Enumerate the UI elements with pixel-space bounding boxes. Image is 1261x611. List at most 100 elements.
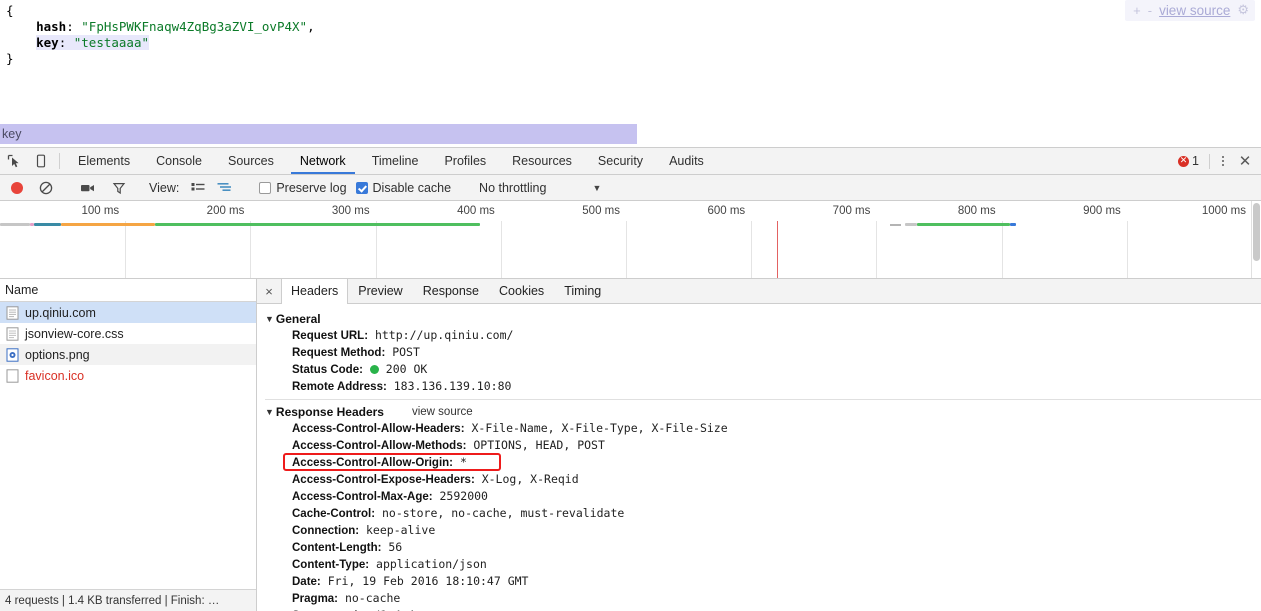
- header-name: Content-Type:: [292, 559, 370, 571]
- gear-icon[interactable]: ⚙: [1237, 2, 1249, 18]
- collapse-all-button[interactable]: -: [1148, 3, 1152, 18]
- general-section-header[interactable]: ▼ General: [265, 311, 1261, 327]
- response-header-row: Content-Length: 56: [265, 539, 1261, 556]
- response-header-rows: Access-Control-Allow-Headers: X-File-Nam…: [265, 420, 1261, 611]
- overview-bar-queueing: [890, 224, 901, 226]
- tab-network[interactable]: Network: [287, 148, 359, 174]
- details-tab-headers[interactable]: Headers: [281, 279, 349, 304]
- view-label: View:: [149, 180, 180, 195]
- timeline-tick-label: 100 ms: [81, 205, 120, 217]
- chevron-down-icon: ▼: [265, 407, 274, 417]
- tab-audits[interactable]: Audits: [656, 148, 717, 174]
- timeline-tick-label: 200 ms: [206, 205, 245, 217]
- filter-icon[interactable]: [104, 175, 134, 201]
- response-header-row: Pragma: no-cache: [265, 590, 1261, 607]
- tab-sources[interactable]: Sources: [215, 148, 287, 174]
- timeline-tick-label: 900 ms: [1083, 205, 1121, 217]
- more-options-icon[interactable]: [1213, 156, 1233, 166]
- network-body: Name up.qiniu.com jsonview-core.css option…: [0, 279, 1261, 611]
- request-row[interactable]: options.png: [0, 344, 256, 365]
- json-punctuation: {: [6, 3, 14, 18]
- network-overview-timeline[interactable]: 100 ms 200 ms 300 ms 400 ms 500 ms 600 ms 700 …: [0, 201, 1261, 279]
- view-list-icon[interactable]: [185, 175, 211, 201]
- response-header-row: Access-Control-Allow-Methods: OPTIONS, H…: [265, 437, 1261, 454]
- request-name: favicon.ico: [25, 368, 85, 383]
- json-punctuation: :: [66, 19, 82, 34]
- error-count-badge[interactable]: ✕ 1: [1176, 154, 1206, 168]
- chevron-down-icon: ▼: [592, 182, 602, 193]
- timeline-tick-label: 600 ms: [707, 205, 746, 217]
- chevron-down-icon: ▼: [265, 314, 274, 324]
- overview-scrollbar[interactable]: [1251, 201, 1261, 278]
- header-name: Request URL:: [292, 330, 369, 342]
- details-tab-preview[interactable]: Preview: [348, 279, 412, 303]
- section-divider: [265, 399, 1261, 400]
- header-value: application/json: [369, 557, 487, 571]
- response-headers-section-header[interactable]: ▼ Response Headers view source: [265, 404, 1261, 420]
- throttling-select[interactable]: No throttling ▼: [471, 181, 609, 195]
- tab-security[interactable]: Security: [585, 148, 656, 174]
- request-row[interactable]: jsonview-core.css: [0, 323, 256, 344]
- toolbar-divider: [1209, 153, 1210, 169]
- record-button[interactable]: [3, 175, 31, 201]
- timeline-tick-label: 1000 ms: [1201, 205, 1246, 217]
- response-header-row: Access-Control-Allow-Origin: *: [265, 454, 1261, 471]
- header-name: Access-Control-Max-Age:: [292, 491, 433, 503]
- header-value: http://up.qiniu.com/: [368, 328, 514, 342]
- tab-elements[interactable]: Elements: [65, 148, 143, 174]
- request-list-header[interactable]: Name: [0, 279, 256, 302]
- tab-profiles[interactable]: Profiles: [431, 148, 499, 174]
- camera-icon[interactable]: [72, 175, 104, 201]
- timeline-tick-label: 300 ms: [331, 205, 370, 217]
- response-header-row: Content-Type: application/json: [265, 556, 1261, 573]
- view-waterfall-icon[interactable]: [211, 175, 239, 201]
- request-name: options.png: [25, 347, 90, 362]
- preserve-log-checkbox[interactable]: Preserve log: [250, 181, 355, 195]
- timeline-gridline: [751, 221, 753, 278]
- close-details-icon[interactable]: ×: [257, 279, 281, 303]
- timeline-gridline: [250, 221, 252, 278]
- request-row[interactable]: up.qiniu.com: [0, 302, 256, 323]
- tab-timeline[interactable]: Timeline: [359, 148, 432, 174]
- view-source-link[interactable]: view source: [1159, 3, 1230, 18]
- tab-console[interactable]: Console: [143, 148, 215, 174]
- checkbox-box: [259, 181, 272, 194]
- header-name: Access-Control-Allow-Headers:: [292, 423, 465, 435]
- network-toolbar: View: Preserve log Disable cache No thro…: [0, 175, 1261, 201]
- device-toolbar-icon[interactable]: [27, 148, 54, 174]
- header-value: 183.136.139.10:80: [386, 379, 512, 393]
- details-tab-timing[interactable]: Timing: [554, 279, 611, 303]
- timeline-gridline: [125, 221, 127, 278]
- document-icon: [6, 305, 19, 320]
- inspect-element-icon[interactable]: [0, 148, 27, 174]
- tab-resources[interactable]: Resources: [499, 148, 585, 174]
- response-headers-section-title: Response Headers: [275, 405, 384, 419]
- response-header-row: Server: nginx/1.4.4: [265, 607, 1261, 611]
- header-name: Content-Length:: [292, 542, 382, 554]
- header-value: X-Log, X-Reqid: [474, 472, 579, 486]
- jsonview-extension-controls[interactable]: + - view source ⚙: [1125, 0, 1255, 21]
- expand-all-button[interactable]: +: [1133, 3, 1141, 18]
- response-header-row: Cache-Control: no-store, no-cache, must-…: [265, 505, 1261, 522]
- json-key: hash: [36, 19, 67, 34]
- timeline-gridline: [500, 221, 502, 278]
- text-selection-band: key: [0, 124, 637, 144]
- checkbox-box: [355, 181, 368, 194]
- header-value: *: [453, 455, 467, 469]
- clear-button[interactable]: [31, 175, 61, 201]
- header-name: Cache-Control:: [292, 508, 376, 520]
- json-line: key: "testaaaa": [6, 35, 1261, 51]
- json-viewer-body: { hash: "FpHsPWKFnaqw4ZqBg3aZVI_ovP4X", …: [0, 0, 1261, 67]
- details-tab-response[interactable]: Response: [413, 279, 489, 303]
- json-string-value: "FpHsPWKFnaqw4ZqBg3aZVI_ovP4X": [81, 19, 308, 34]
- general-row: Remote Address: 183.136.139.10:80: [265, 378, 1261, 395]
- view-source-link[interactable]: view source: [412, 404, 473, 420]
- overview-bar-download: [155, 223, 480, 226]
- details-tab-cookies[interactable]: Cookies: [489, 279, 554, 303]
- timeline-tick-label: 500 ms: [582, 205, 620, 217]
- header-name: Pragma:: [292, 593, 339, 605]
- request-row[interactable]: favicon.ico: [0, 365, 256, 386]
- json-punctuation: ,: [307, 19, 315, 34]
- close-icon[interactable]: ✕: [1233, 148, 1257, 175]
- disable-cache-checkbox[interactable]: Disable cache: [355, 181, 461, 195]
